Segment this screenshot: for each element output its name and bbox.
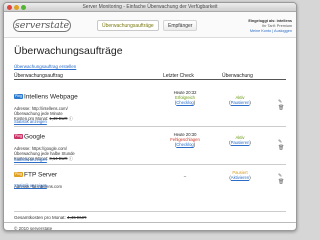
row-actions: ✎🗑 bbox=[278, 99, 286, 111]
activate-link[interactable]: Aktivieren bbox=[231, 175, 249, 180]
table-header: Überwachungsauftrag Letzter Check Überwa… bbox=[14, 73, 286, 80]
help-icon[interactable]: ⓘ bbox=[69, 116, 73, 121]
monitoring-status: Pausiert (Aktivieren) bbox=[225, 170, 255, 180]
help-icon[interactable]: ⓘ bbox=[69, 156, 73, 161]
checklog-link[interactable]: Checklog bbox=[176, 142, 193, 147]
account-links[interactable]: Meine Konto | Ausloggen bbox=[248, 29, 292, 34]
total-cost: Gesamtkosten pro Monat: 4,46 EUR bbox=[14, 215, 87, 220]
last-check: Heute 20:30 Fehlgeschlagen (Checklog) bbox=[165, 132, 205, 147]
pause-link[interactable]: Pausieren bbox=[231, 140, 250, 145]
title-bar: Server Monitoring - Einfache Überwachung… bbox=[4, 3, 296, 12]
app-header: serverstate Überwachungsaufträge Empfäng… bbox=[4, 12, 296, 38]
table-row: Ping Google Adresse: https://google.com/ … bbox=[14, 128, 286, 162]
job-cost: Kosten pro Monat: 1,49 EUR ⓘ bbox=[14, 116, 73, 122]
type-badge: Ping bbox=[14, 94, 24, 100]
job-name[interactable]: FTP Server bbox=[24, 171, 57, 178]
table-row: Ping FTP Server Adresse: ftp.intellens.co… bbox=[14, 166, 286, 189]
total-cost-label: Gesamtkosten pro Monat: bbox=[14, 215, 66, 220]
app-window: Server Monitoring - Einfache Überwachung… bbox=[3, 2, 297, 231]
trash-icon[interactable]: 🗑 bbox=[278, 179, 285, 185]
create-job-link[interactable]: Überwachungsauftrag erstellen bbox=[14, 64, 286, 69]
tab-ueberwachungsauftraege[interactable]: Überwachungsaufträge bbox=[97, 20, 159, 31]
trash-icon[interactable]: 🗑 bbox=[278, 145, 285, 151]
user-tariff: Ihr Tarif: Premium bbox=[262, 24, 292, 28]
last-check: – bbox=[165, 174, 205, 179]
last-check-time: – bbox=[183, 174, 187, 179]
copyright: © 2010 serverstate bbox=[14, 226, 53, 231]
row-actions: ✎🗑 bbox=[278, 173, 286, 185]
page-title: Überwachungsaufträge bbox=[14, 45, 123, 57]
job-name[interactable]: Intellens Webpage bbox=[24, 93, 78, 100]
statistics-link[interactable]: Statistik anzeigen bbox=[14, 157, 47, 162]
statistics-link[interactable]: Statistik anzeigen bbox=[14, 119, 47, 124]
tab-empfaenger[interactable]: Empfänger bbox=[163, 20, 198, 31]
row-actions: ✎🗑 bbox=[278, 139, 286, 151]
row-divider bbox=[14, 211, 286, 212]
column-header-last-check: Letzter Check bbox=[163, 73, 194, 79]
monitoring-status: Aktiv (Pausieren) bbox=[225, 95, 255, 105]
type-badge: Ping bbox=[14, 134, 24, 140]
column-header-monitoring: Überwachung bbox=[222, 73, 253, 79]
user-login: Eingeloggt als: intellens bbox=[248, 19, 292, 23]
user-info: Eingeloggt als: intellens Ihr Tarif: Pre… bbox=[248, 19, 292, 34]
trash-icon[interactable]: 🗑 bbox=[278, 105, 285, 111]
footer-divider bbox=[4, 222, 296, 223]
logo[interactable]: serverstate bbox=[13, 19, 71, 32]
last-check: Heute 20:32 Erfolgreich (Checklog) bbox=[165, 90, 205, 105]
statistics-link[interactable]: Statistik anzeigen bbox=[14, 183, 47, 188]
job-name[interactable]: Google bbox=[24, 133, 45, 140]
row-divider bbox=[14, 164, 286, 165]
table-row: Ping Intellens Webpage Adresse: http://in… bbox=[14, 88, 286, 124]
pause-link[interactable]: Pausieren bbox=[231, 100, 250, 105]
window-title: Server Monitoring - Einfache Überwachung… bbox=[82, 4, 218, 10]
job-cost: Kosten pro Monat: 0,14 EUR ⓘ bbox=[14, 156, 73, 162]
total-cost-value: 4,46 EUR bbox=[67, 215, 87, 220]
column-header-job: Überwachungsauftrag bbox=[14, 73, 63, 79]
checklog-link[interactable]: Checklog bbox=[176, 100, 193, 105]
job-address: Adresse: ftp.intellens.com bbox=[14, 184, 62, 189]
main-content: Überwachungsaufträge Überwachungsauftrag… bbox=[4, 40, 296, 231]
row-divider bbox=[14, 126, 286, 127]
type-badge: Ping bbox=[14, 172, 24, 178]
monitoring-status: Aktiv (Pausieren) bbox=[225, 135, 255, 145]
